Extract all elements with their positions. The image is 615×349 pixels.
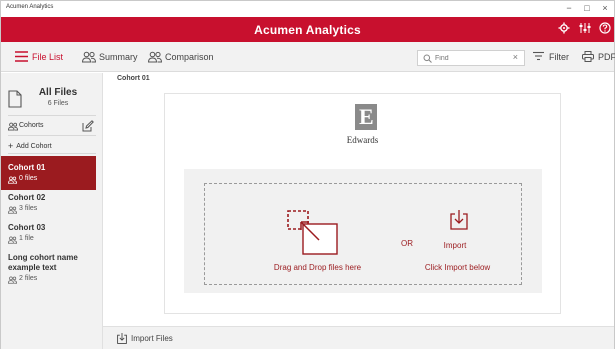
cohort-item[interactable]: Cohort 03 1 file xyxy=(8,223,96,244)
edwards-logo: E xyxy=(355,104,377,130)
sidebar: All Files 6 Files Cohorts + Add Cohort Co… xyxy=(1,73,103,349)
maximize-button[interactable]: □ xyxy=(580,2,594,14)
edit-icon[interactable] xyxy=(82,120,94,132)
sliders-icon[interactable] xyxy=(578,22,592,36)
divider xyxy=(8,115,96,116)
import-files-button[interactable]: Import Files xyxy=(131,334,173,343)
cohort-files: 3 files xyxy=(8,205,96,214)
window-titlebar: Acumen Analytics − □ × xyxy=(1,1,614,17)
plus-icon: + xyxy=(8,141,14,151)
tab-file-list[interactable]: File List xyxy=(15,50,77,64)
brand-name: Edwards xyxy=(346,135,379,145)
cohort-files: 2 files xyxy=(8,275,96,284)
tab-summary-label: Summary xyxy=(99,52,138,62)
document-icon xyxy=(8,90,22,108)
footer-bar: Import Files xyxy=(103,326,614,349)
pdf-button[interactable]: PDF xyxy=(582,50,615,64)
people-icon xyxy=(148,51,162,63)
cohort-name: Cohort 01 xyxy=(8,163,46,172)
filter-icon xyxy=(533,51,544,61)
all-files-count: 6 Files xyxy=(47,100,69,107)
logo-letter: E xyxy=(359,104,374,129)
import-icon[interactable] xyxy=(450,210,468,230)
list-icon xyxy=(15,51,28,62)
settings-icon[interactable] xyxy=(557,22,571,36)
or-text: OR xyxy=(401,239,413,248)
import-label[interactable]: Import xyxy=(425,241,485,250)
cohort-files-count: 2 files xyxy=(19,275,38,282)
search-input[interactable] xyxy=(435,52,505,64)
breadcrumb: Cohort 01 xyxy=(117,75,150,82)
drop-zone[interactable]: Drag and Drop files here OR Import Click… xyxy=(184,169,542,293)
cohort-item[interactable]: Long cohort name example text 2 files xyxy=(8,253,96,284)
cohort-files: 1 file xyxy=(8,235,96,244)
import-icon xyxy=(117,333,127,344)
import-card: E Edwards Drag and Drop files here OR Im… xyxy=(164,93,561,314)
search-icon xyxy=(423,54,432,63)
cohort-files-count: 1 file xyxy=(19,235,34,242)
people-icon xyxy=(8,122,18,131)
divider xyxy=(8,153,96,154)
add-cohort-label: Add Cohort xyxy=(16,143,52,150)
filter-button[interactable]: Filter xyxy=(533,50,573,64)
cohort-files-count: 3 files xyxy=(19,205,38,212)
printer-icon xyxy=(582,51,594,62)
drag-drop-icon xyxy=(287,210,338,255)
filter-label: Filter xyxy=(549,52,569,62)
all-files-title: All Files xyxy=(38,87,78,98)
add-cohort-button[interactable]: + Add Cohort xyxy=(8,140,52,151)
cohorts-header: Cohorts xyxy=(8,120,98,134)
cohorts-label: Cohorts xyxy=(19,122,44,129)
help-icon[interactable] xyxy=(598,22,612,36)
cohort-item[interactable]: Cohort 02 3 files xyxy=(8,193,96,214)
search-box: × xyxy=(417,50,525,66)
cohort-files: 0 files xyxy=(8,175,89,184)
clear-search-icon[interactable]: × xyxy=(513,52,518,62)
cohort-name: Long cohort name example text xyxy=(8,253,78,272)
minimize-button[interactable]: − xyxy=(562,2,576,14)
people-icon xyxy=(8,276,17,284)
tab-comparison-label: Comparison xyxy=(165,52,214,62)
app-title: Acumen Analytics xyxy=(254,23,361,37)
tab-comparison[interactable]: Comparison xyxy=(148,50,218,64)
cohort-name: Cohort 03 xyxy=(8,223,46,232)
tab-file-list-label: File List xyxy=(32,52,64,62)
app-window: Acumen Analytics − □ × Acumen Analytics … xyxy=(0,0,615,349)
drop-zone-border: Drag and Drop files here OR Import Click… xyxy=(204,183,522,285)
toolbar: File List Summary Comparison × Filter PD… xyxy=(1,42,615,72)
people-icon xyxy=(8,176,17,184)
tab-summary[interactable]: Summary xyxy=(82,50,144,64)
pdf-label: PDF xyxy=(598,52,615,62)
import-instruction: Click Import below xyxy=(424,263,491,272)
people-icon xyxy=(8,206,17,214)
window-title: Acumen Analytics xyxy=(6,4,54,10)
people-icon xyxy=(82,51,96,63)
cohort-files-count: 0 files xyxy=(19,175,38,182)
cohort-name: Cohort 02 xyxy=(8,193,46,202)
close-button[interactable]: × xyxy=(598,2,612,14)
drag-drop-text: Drag and Drop files here xyxy=(273,263,362,272)
cohort-item[interactable]: Cohort 01 0 files xyxy=(1,156,96,190)
app-header: Acumen Analytics xyxy=(1,17,614,42)
people-icon xyxy=(8,236,17,244)
divider xyxy=(8,135,96,136)
